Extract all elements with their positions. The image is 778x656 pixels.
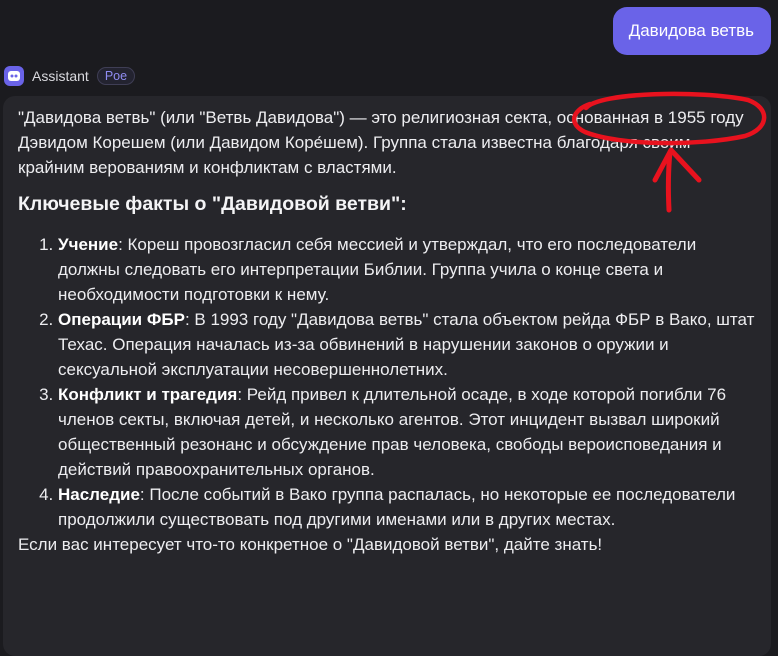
facts-list: Учение: Кореш провозгласил себя мессией …	[18, 232, 757, 532]
user-message-bubble: Давидова ветвь	[612, 7, 771, 55]
list-item-title: Конфликт и трагедия	[58, 385, 238, 404]
list-item: Конфликт и трагедия: Рейд привел к длите…	[58, 382, 757, 482]
list-item-text: : После событий в Вако группа распалась,…	[58, 485, 736, 529]
list-item-title: Учение	[58, 235, 119, 254]
bot-avatar-icon	[4, 66, 24, 86]
poe-badge[interactable]: Poe	[96, 67, 136, 85]
response-outro: Если вас интересует что-то конкретное о …	[18, 535, 603, 554]
assistant-message: "Давидова ветвь" (или "Ветвь Давидова") …	[3, 96, 771, 656]
list-item-title: Операции ФБР	[58, 310, 185, 329]
list-item-text: : Кореш провозгласил себя мессией и утве…	[58, 235, 697, 304]
response-heading: Ключевые факты о "Давидовой ветви":	[18, 193, 407, 215]
assistant-name[interactable]: Assistant	[32, 68, 89, 84]
list-item: Учение: Кореш провозгласил себя мессией …	[58, 232, 757, 307]
user-message-text: Давидова ветвь	[628, 21, 754, 40]
list-item-title: Наследие	[58, 485, 140, 504]
assistant-header: Assistant Poe	[4, 66, 136, 86]
list-item: Наследие: После событий в Вако группа ра…	[58, 482, 757, 532]
response-intro: "Давидова ветвь" (или "Ветвь Давидова") …	[18, 108, 744, 177]
list-item: Операции ФБР: В 1993 году "Давидова ветв…	[58, 307, 757, 382]
